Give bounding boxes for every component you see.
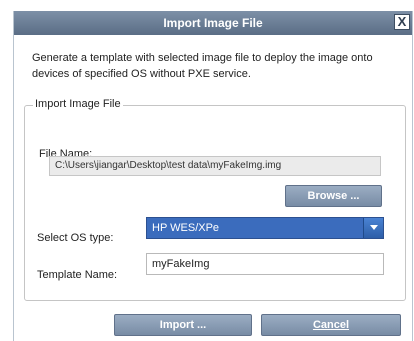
description-text: Generate a template with selected image … (32, 52, 373, 80)
dialog-title: Import Image File (163, 16, 263, 30)
template-name-label: Template Name: (37, 269, 118, 281)
cancel-button[interactable]: Cancel (261, 314, 401, 336)
browse-button[interactable]: Browse ... (285, 185, 382, 207)
title-bar[interactable]: Import Image File X (14, 11, 412, 35)
chevron-down-icon (370, 225, 378, 230)
template-name-input[interactable]: myFakeImg (146, 253, 384, 275)
dropdown-button[interactable] (363, 218, 383, 238)
close-button[interactable]: X (394, 14, 410, 30)
os-type-selected-value: HP WES/XPe (152, 222, 220, 234)
os-type-select[interactable]: HP WES/XPe (146, 217, 384, 239)
import-image-dialog: Import Image File X Generate a template … (13, 11, 413, 341)
import-button[interactable]: Import ... (114, 314, 252, 336)
file-name-field[interactable]: C:\Users\jiangar\Desktop\test data\myFak… (49, 156, 381, 176)
close-icon: X (397, 14, 407, 29)
group-legend: Import Image File (33, 98, 123, 110)
os-type-label: Select OS type: (37, 232, 114, 244)
cancel-button-label: Cancel (312, 319, 350, 331)
